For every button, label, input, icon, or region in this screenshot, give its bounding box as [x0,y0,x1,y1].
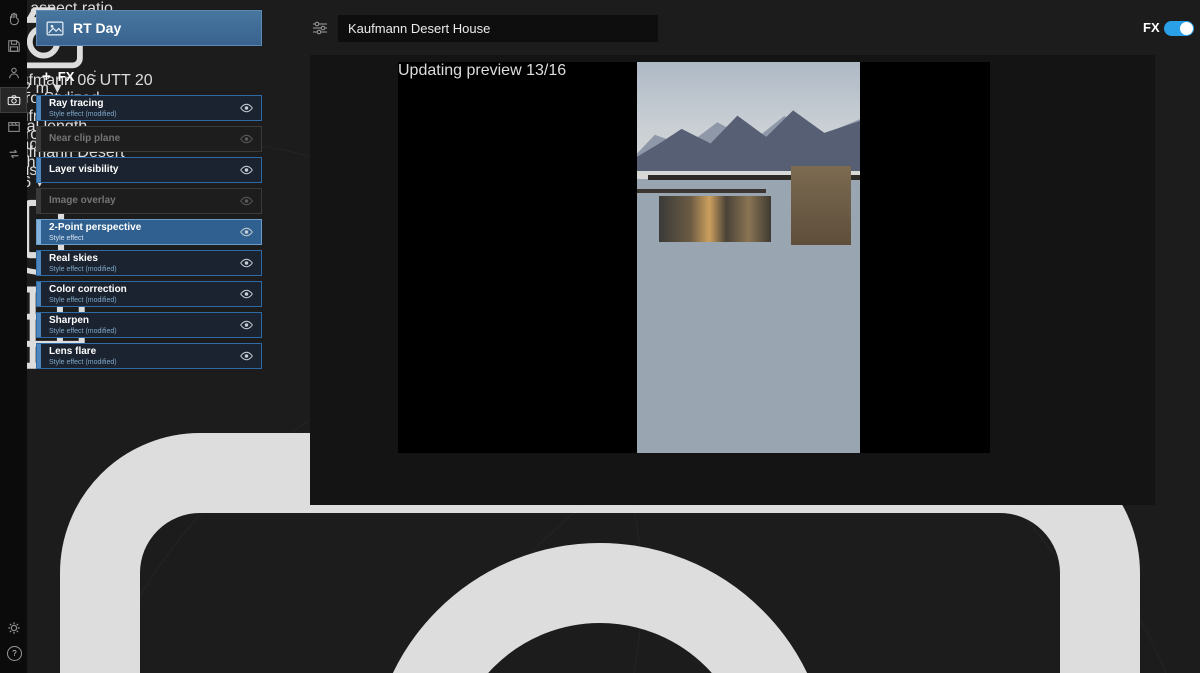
app-window: ? RT Day + FX ⋮ Ray tracing Style effect… [0,0,1200,673]
visibility-eye-icon[interactable] [239,103,254,113]
fx-accent-bar [37,127,41,151]
save-icon[interactable] [0,33,27,59]
visibility-eye-icon[interactable] [239,320,254,330]
fx-effect-ray-tracing[interactable]: Ray tracing Style effect (modified) [36,95,262,121]
fx-effect-list: Ray tracing Style effect (modified) Near… [36,95,262,369]
build-hand-icon[interactable] [0,6,27,32]
visibility-eye-icon[interactable] [239,289,254,299]
fx-effect-near-clip-plane[interactable]: Near clip plane [36,126,262,152]
fx-accent-bar [37,251,41,275]
fx-effect-lens-flare[interactable]: Lens flare Style effect (modified) [36,343,262,369]
settings-gear-icon[interactable] [0,615,27,641]
fx-effect-title: Near clip plane [49,134,120,144]
visibility-eye-icon[interactable] [239,196,254,206]
fx-effect-subtitle: Style effect (modified) [49,266,117,273]
visibility-eye-icon[interactable] [239,258,254,268]
fx-effect-title: Image overlay [49,196,116,206]
fx-effect-title: Layer visibility [49,165,118,175]
fx-accent-bar [37,344,41,368]
fx-effect-subtitle: Style effect [49,235,141,242]
fx-effect-title: Ray tracing [49,99,117,109]
fx-effect-title: Real skies [49,254,117,264]
fx-effect-image-overlay[interactable]: Image overlay [36,188,262,214]
movie-mode-icon[interactable] [0,114,27,140]
fx-effect-color-correction[interactable]: Color correction Style effect (modified) [36,281,262,307]
fx-effect-sharpen[interactable]: Sharpen Style effect (modified) [36,312,262,338]
rendered-photo-preview [637,62,860,453]
visibility-eye-icon[interactable] [239,165,254,175]
photo-settings-icon[interactable] [312,21,328,35]
style-preset-title: RT Day [73,20,121,36]
fx-accent-bar [37,313,41,337]
help-icon[interactable]: ? [7,646,22,661]
plus-icon[interactable]: + [42,68,51,85]
photo-mode-icon[interactable] [0,87,27,113]
fx-sidebar: RT Day + FX ⋮ Ray tracing Style effect (… [36,10,262,374]
fx-accent-bar [37,220,41,244]
photo-house [637,164,860,273]
preview-status-text: Updating preview 13/16 [398,62,566,79]
photo-icon [46,21,64,36]
fx-accent-bar [37,282,41,306]
fx-accent-bar [37,158,41,182]
visibility-eye-icon[interactable] [239,134,254,144]
fx-effect-subtitle: Style effect (modified) [49,111,117,118]
fx-effect-title: Sharpen [49,316,117,326]
fx-effect-subtitle: Style effect (modified) [49,359,117,366]
fx-effect-layer-visibility[interactable]: Layer visibility [36,157,262,183]
fx-effect-title: Lens flare [49,347,117,357]
sync-icon[interactable] [0,141,27,167]
fx-add-button[interactable]: FX [58,69,75,84]
fx-effect-subtitle: Style effect (modified) [49,328,117,335]
preview-letterbox: Updating preview 13/16 [398,62,990,453]
fx-effect-title: 2-Point perspective [49,223,141,233]
fx-effect-real-skies[interactable]: Real skies Style effect (modified) [36,250,262,276]
toggle-knob [1180,22,1193,35]
kebab-menu-icon[interactable]: ⋮ [88,68,101,84]
fx-effect-2-point-perspective[interactable]: 2-Point perspective Style effect [36,219,262,245]
fx-accent-bar [37,189,41,213]
fx-effect-title: Color correction [49,285,127,295]
styles-icon[interactable] [0,60,27,86]
mode-rail: ? [0,0,27,673]
fx-effect-subtitle: Style effect (modified) [49,297,127,304]
visibility-eye-icon[interactable] [239,227,254,237]
style-preset-header[interactable]: RT Day [36,10,262,46]
fx-toggle-switch[interactable] [1164,21,1194,36]
visibility-eye-icon[interactable] [239,351,254,361]
fx-accent-bar [37,96,41,120]
fx-add-row: + FX ⋮ [36,66,262,86]
photo-name-input[interactable]: Kaufmann Desert House [338,15,658,42]
preview-panel: Updating preview 13/16 [310,55,1155,505]
fx-toggle-label: FX [1143,20,1160,35]
